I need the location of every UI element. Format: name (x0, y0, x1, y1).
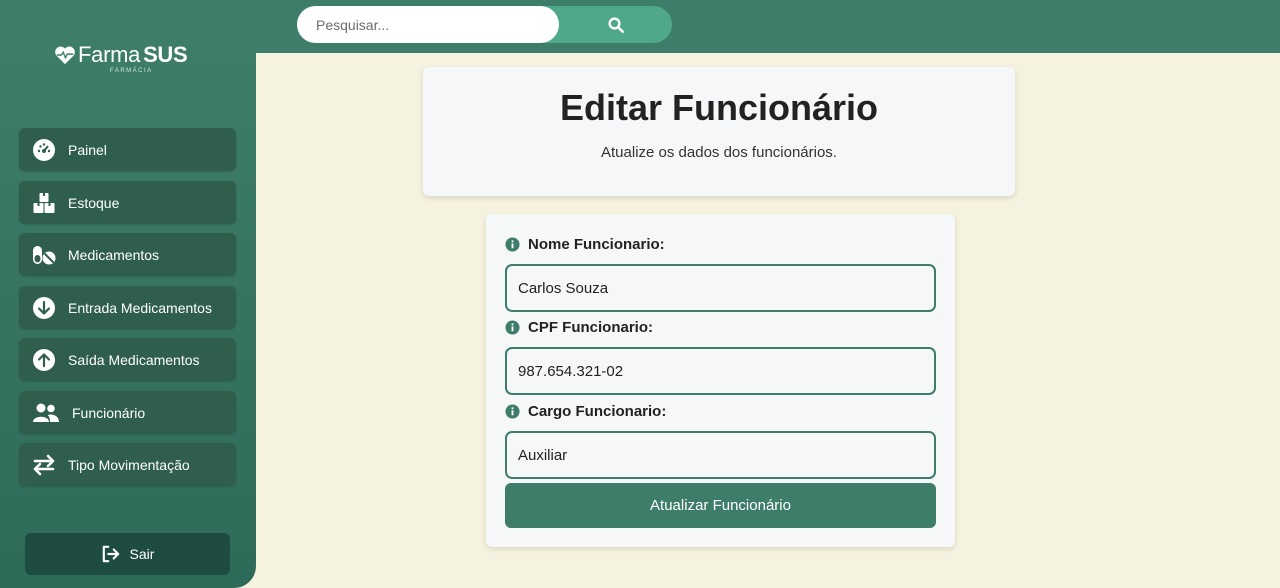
sidebar-item-label: Medicamentos (68, 246, 160, 263)
exchange-arrows-icon (31, 452, 57, 478)
sidebar-item-label: Painel (68, 141, 107, 158)
search-bar (297, 6, 672, 43)
boxes-icon (31, 190, 57, 216)
brand-name-light: Farma (78, 42, 141, 67)
page-header-card: Editar Funcionário Atualize os dados dos… (423, 67, 1015, 196)
arrow-down-circle-icon (31, 295, 57, 321)
heart-pulse-icon (55, 46, 75, 65)
brand-tagline: FARMÁCIA (110, 68, 153, 74)
info-icon (505, 320, 520, 335)
logout-label: Sair (129, 546, 155, 562)
brand-logo[interactable]: Farma SUS (54, 42, 188, 68)
edit-employee-form: Nome Funcionario: CPF Funcionario: Cargo… (486, 214, 955, 547)
logout-button[interactable]: Sair (25, 533, 230, 575)
search-button[interactable] (559, 6, 672, 43)
field-label-text: CPF Funcionario: (528, 319, 653, 336)
brand-name-bold: SUS (143, 42, 188, 67)
cpf-input[interactable] (505, 347, 936, 395)
sidebar-item-label: Estoque (68, 194, 120, 211)
sidebar-item-funcionario[interactable]: Funcionário (19, 391, 236, 434)
sidebar-item-label: Funcionário (72, 404, 146, 421)
role-input[interactable] (505, 431, 936, 479)
sidebar: Farma SUS FARMÁCIA Painel Estoque Medica… (0, 0, 256, 588)
cpf-field-label: CPF Funcionario: (505, 319, 653, 336)
info-icon (505, 237, 520, 252)
page-subtitle: Atualize os dados dos funcionários. (601, 144, 837, 161)
sidebar-item-painel[interactable]: Painel (19, 128, 236, 171)
role-field-label: Cargo Funcionario: (505, 403, 666, 420)
name-field-label: Nome Funcionario: (505, 236, 665, 253)
sidebar-item-estoque[interactable]: Estoque (19, 181, 236, 224)
sign-out-icon (102, 545, 119, 563)
users-icon (31, 400, 61, 426)
field-label-text: Nome Funcionario: (528, 236, 665, 253)
sidebar-item-medicamentos[interactable]: Medicamentos (19, 233, 236, 276)
pills-icon (31, 242, 57, 268)
page-title: Editar Funcionário (559, 87, 879, 128)
info-icon (505, 404, 520, 419)
sidebar-item-label: Tipo Movimentação (68, 456, 190, 473)
update-employee-button[interactable]: Atualizar Funcionário (505, 483, 936, 528)
sidebar-item-label: Entrada Medicamentos (68, 299, 212, 316)
name-input[interactable] (505, 264, 936, 312)
arrow-up-circle-icon (31, 347, 57, 373)
sidebar-item-tipo-movimentacao[interactable]: Tipo Movimentação (19, 443, 236, 486)
sidebar-item-entrada-medicamentos[interactable]: Entrada Medicamentos (19, 286, 236, 329)
dashboard-gauge-icon (31, 137, 57, 163)
sidebar-item-label: Saída Medicamentos (68, 351, 200, 368)
field-label-text: Cargo Funcionario: (528, 403, 667, 420)
sidebar-item-saida-medicamentos[interactable]: Saída Medicamentos (19, 338, 236, 381)
search-icon (607, 16, 624, 33)
search-input[interactable] (297, 6, 559, 43)
